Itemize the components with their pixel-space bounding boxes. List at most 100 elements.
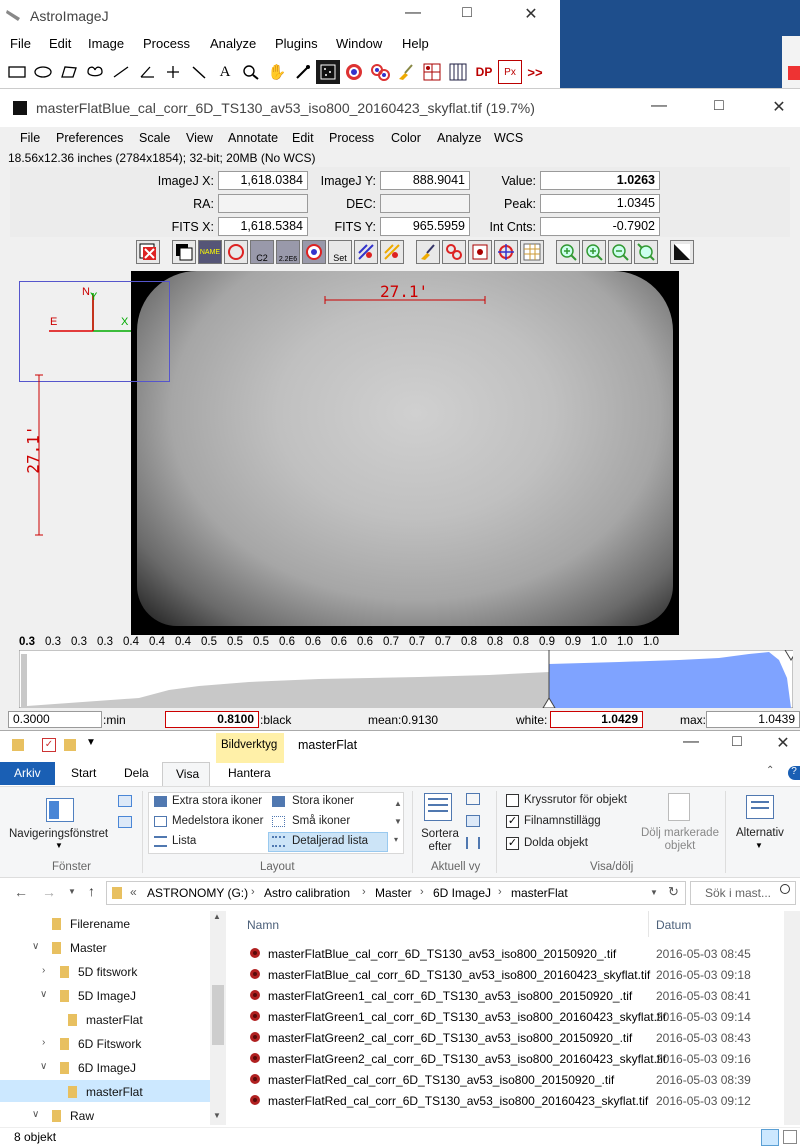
help-icon[interactable]: ? <box>788 766 800 780</box>
file-list-scrollbar[interactable] <box>784 911 800 1125</box>
aperture-ring-icon[interactable] <box>224 240 248 264</box>
menu-help[interactable]: Help <box>402 36 429 51</box>
name-overlay-icon[interactable]: NAME <box>198 240 222 264</box>
img-menu-process[interactable]: Process <box>329 131 374 145</box>
remove-apertures-icon[interactable] <box>354 240 378 264</box>
set-aperture-icon[interactable]: Set <box>328 240 352 264</box>
centroid-icon[interactable] <box>302 240 326 264</box>
layout-scroll-icon[interactable]: ▲ ▼ ▾ <box>394 795 402 849</box>
tree-expand-icon[interactable]: ∨ <box>40 989 47 1000</box>
options-dropdown-icon[interactable]: ▼ <box>755 841 763 850</box>
align-stack-icon[interactable] <box>420 60 444 84</box>
maximize-button[interactable]: □ <box>452 4 482 22</box>
nav-up-icon[interactable]: ↑ <box>88 883 95 899</box>
address-crumb[interactable]: 6D ImageJ <box>433 886 491 900</box>
group-by-icon[interactable] <box>466 793 480 805</box>
tree-item-masterflat-5d[interactable]: masterFlat <box>86 1013 143 1027</box>
oval-tool-icon[interactable] <box>31 60 55 84</box>
nav-pane-label[interactable]: Navigeringsfönstret <box>9 828 108 840</box>
menu-image[interactable]: Image <box>88 36 124 51</box>
layout-medium[interactable]: Medelstora ikoner <box>172 815 263 827</box>
explorer-maximize-button[interactable]: □ <box>722 733 752 751</box>
tree-scroll-up-icon[interactable]: ▲ <box>213 912 221 921</box>
align-icon[interactable] <box>468 240 492 264</box>
layout-large[interactable]: Stora ikoner <box>292 795 354 807</box>
hand-tool-icon[interactable]: ✋ <box>265 60 289 84</box>
large-icons-view-icon[interactable] <box>783 1130 797 1144</box>
clear-apertures-icon[interactable] <box>380 240 404 264</box>
address-sep-icon[interactable]: › <box>362 886 366 898</box>
zoom-in-icon[interactable] <box>556 240 580 264</box>
address-crumb[interactable]: Master <box>375 886 412 900</box>
zoom-in-alt-icon[interactable] <box>582 240 606 264</box>
multi-aperture-photometry-icon[interactable] <box>442 240 466 264</box>
checkbox-extensions[interactable]: ✓ <box>506 815 519 828</box>
invert-icon[interactable] <box>172 240 196 264</box>
target-icon[interactable] <box>494 240 518 264</box>
options-label[interactable]: Alternativ <box>736 827 784 839</box>
quick-access-dropdown-icon[interactable]: ▼ <box>86 737 96 748</box>
menu-plugins[interactable]: Plugins <box>275 36 318 51</box>
tree-expand-icon[interactable]: ∨ <box>32 1109 39 1120</box>
zoom-fit-icon[interactable] <box>634 240 658 264</box>
img-menu-edit[interactable]: Edit <box>292 131 314 145</box>
tree-item-master[interactable]: Master <box>70 941 107 955</box>
search-input[interactable]: Sök i mast... <box>705 886 771 900</box>
details-pane-icon[interactable] <box>118 816 132 828</box>
aperture-photometry-icon[interactable] <box>342 60 366 84</box>
point-tool-icon[interactable] <box>161 60 185 84</box>
table-icon[interactable] <box>520 240 544 264</box>
close-button[interactable]: ✕ <box>516 4 546 24</box>
layout-medium-icon[interactable] <box>154 816 167 827</box>
tree-item-6d-imagej[interactable]: 6D ImageJ <box>78 1061 136 1075</box>
explorer-minimize-button[interactable]: — <box>676 733 706 751</box>
black-field[interactable]: 0.8100 <box>165 711 259 728</box>
tree-expand-icon[interactable]: ∨ <box>32 941 39 952</box>
text-tool-icon[interactable]: A <box>213 60 237 84</box>
astro-tool-icon[interactable] <box>316 60 340 84</box>
tree-scroll-down-icon[interactable]: ▼ <box>213 1111 221 1120</box>
checkbox-item-checkboxes-label[interactable]: Kryssrutor för objekt <box>524 794 627 806</box>
multi-plot-icon[interactable] <box>446 60 470 84</box>
img-menu-scale[interactable]: Scale <box>139 131 170 145</box>
layout-list-icon[interactable] <box>154 836 167 847</box>
wand-tool-icon[interactable] <box>187 60 211 84</box>
counts-icon[interactable]: 2.2E6 <box>276 240 300 264</box>
tab-visa[interactable]: Visa <box>162 762 210 787</box>
sort-by-label[interactable]: Sortera efter <box>421 828 459 854</box>
min-field[interactable]: 0.3000 <box>8 711 102 728</box>
nav-back-icon[interactable]: ← <box>14 884 28 900</box>
tab-arkiv[interactable]: Arkiv <box>0 762 55 785</box>
quick-access-properties-icon[interactable]: ✓ <box>42 738 56 752</box>
preview-pane-icon[interactable] <box>118 795 132 807</box>
c2-icon[interactable]: C2 <box>250 240 274 264</box>
freehand-tool-icon[interactable] <box>83 60 107 84</box>
contrast-icon[interactable] <box>670 240 694 264</box>
multi-aperture-icon[interactable] <box>368 60 392 84</box>
address-sep-icon[interactable]: › <box>251 886 255 898</box>
tab-start[interactable]: Start <box>71 766 96 780</box>
layout-small-icon[interactable] <box>272 816 285 827</box>
details-view-icon[interactable] <box>761 1129 779 1146</box>
layout-extra-large-icon[interactable] <box>154 796 167 807</box>
sort-by-icon[interactable] <box>424 793 452 821</box>
nav-history-dropdown-icon[interactable]: ▼ <box>68 887 76 896</box>
file-list-header-date[interactable]: Datum <box>656 918 691 932</box>
ribbon-collapse-icon[interactable]: ⌃ <box>766 765 774 776</box>
rectangle-tool-icon[interactable] <box>5 60 29 84</box>
address-crumb[interactable]: masterFlat <box>511 886 568 900</box>
img-menu-file[interactable]: File <box>20 131 40 145</box>
tree-expand-icon[interactable]: ∨ <box>40 1061 47 1072</box>
flat-field-image[interactable] <box>131 271 679 635</box>
image-close-button[interactable]: ✕ <box>764 97 794 117</box>
broom-clear-icon[interactable] <box>394 60 418 84</box>
nav-pane-icon[interactable] <box>46 798 74 822</box>
layout-extra-large[interactable]: Extra stora ikoner <box>172 795 262 807</box>
checkbox-hidden-items[interactable]: ✓ <box>506 837 519 850</box>
nav-pane-dropdown-icon[interactable]: ▼ <box>55 841 63 850</box>
layout-large-icon[interactable] <box>272 796 285 807</box>
checkbox-item-checkboxes[interactable] <box>506 794 519 807</box>
tree-item-filerename[interactable]: Filerename <box>70 917 130 931</box>
nav-forward-icon[interactable]: → <box>42 884 56 900</box>
search-icon[interactable] <box>780 884 790 894</box>
